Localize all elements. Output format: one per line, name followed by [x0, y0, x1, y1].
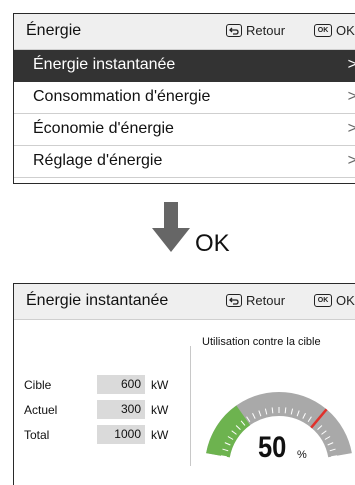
gauge-title: Utilisation contre la cible [202, 336, 321, 348]
ok-button[interactable]: OK OK [314, 23, 355, 38]
menu-item-label: Réglage d'énergie [33, 152, 163, 169]
stat-value: 300 [97, 400, 145, 419]
back-icon [226, 24, 242, 37]
instant-energy-screen: Énergie instantanée Retour OK OK Cible 6… [13, 283, 355, 485]
stat-value: 1000 [97, 425, 145, 444]
stat-value: 600 [97, 375, 145, 394]
divider [190, 346, 191, 466]
menu-item-energy-consumption[interactable]: Consommation d'énergie > [14, 82, 355, 114]
gauge-fill [206, 405, 251, 458]
chevron-right-icon: > [348, 152, 355, 170]
back-button[interactable]: Retour [226, 293, 285, 308]
ok-button[interactable]: OK OK [314, 293, 355, 308]
menu-item-energy-settings[interactable]: Réglage d'énergie > [14, 146, 355, 178]
ok-label: OK [336, 23, 355, 38]
stat-label: Cible [24, 378, 52, 392]
stat-unit: kW [151, 428, 169, 442]
energy-menu-title: Énergie [26, 22, 82, 39]
stat-label: Actuel [24, 403, 58, 417]
ok-label: OK [336, 293, 355, 308]
instant-energy-title: Énergie instantanée [26, 292, 169, 309]
transition: OK [150, 202, 270, 262]
instant-energy-header: Énergie instantanée Retour OK OK [14, 284, 355, 320]
back-button[interactable]: Retour [226, 23, 285, 38]
stat-label: Total [24, 428, 50, 442]
menu-item-label: Consommation d'énergie [33, 88, 211, 105]
ok-key-icon: OK [314, 294, 332, 307]
back-icon [226, 294, 242, 307]
gauge-tick [284, 407, 287, 414]
chevron-right-icon: > [348, 88, 355, 106]
stat-unit: kW [151, 403, 169, 417]
gauge-value: 50 [258, 431, 287, 464]
down-arrow-icon [152, 202, 190, 252]
stat-unit: kW [151, 378, 169, 392]
gauge-tick [271, 407, 274, 414]
energy-menu-list: Énergie instantanée > Consommation d'éne… [14, 50, 355, 178]
back-label: Retour [246, 293, 286, 308]
transition-caption: OK [195, 230, 230, 257]
menu-item-instant-energy[interactable]: Énergie instantanée > [14, 50, 355, 82]
ok-key-icon: OK [314, 24, 332, 37]
chevron-right-icon: > [348, 120, 355, 138]
energy-menu-screen: Énergie Retour OK OK Énergie instantanée… [13, 13, 355, 184]
menu-item-energy-saving[interactable]: Économie d'énergie > [14, 114, 355, 146]
energy-menu-header: Énergie Retour OK OK [14, 14, 355, 50]
back-label: Retour [246, 23, 286, 38]
menu-item-label: Énergie instantanée [33, 56, 176, 73]
menu-item-label: Économie d'énergie [33, 120, 174, 137]
chevron-right-icon: > [348, 56, 355, 74]
gauge-unit: % [297, 449, 307, 461]
